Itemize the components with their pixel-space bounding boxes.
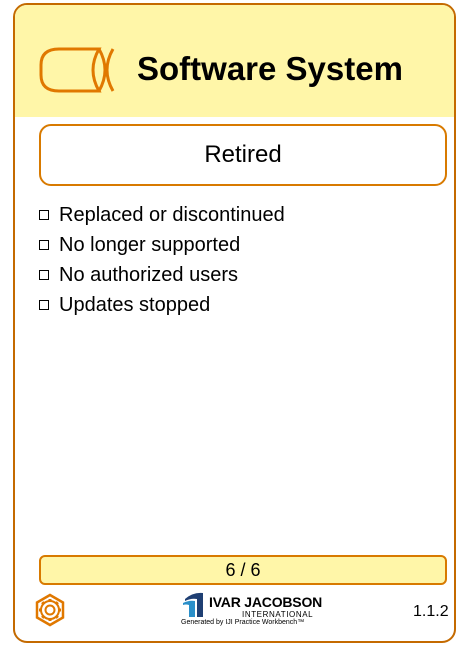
iji-logo: IVAR JACOBSON INTERNATIONAL Generated by…: [175, 591, 335, 627]
checklist-item[interactable]: No longer supported: [39, 230, 285, 260]
checkbox-icon[interactable]: [39, 210, 49, 220]
alpha-state-card: Software System Retired Replaced or disc…: [13, 3, 456, 643]
checkbox-icon[interactable]: [39, 300, 49, 310]
state-progress-label: 6 / 6: [225, 559, 261, 580]
checklist: Replaced or discontinued No longer suppo…: [39, 200, 285, 320]
checkbox-icon[interactable]: [39, 270, 49, 280]
card-header: Software System: [15, 5, 454, 117]
checklist-item-label: No longer supported: [59, 233, 241, 256]
checklist-item[interactable]: Updates stopped: [39, 290, 285, 320]
generated-by-text: Generated by IJI Practice Workbench™: [181, 619, 305, 626]
checklist-item-label: Replaced or discontinued: [59, 203, 285, 226]
checklist-item[interactable]: No authorized users: [39, 260, 285, 290]
checklist-item-label: No authorized users: [59, 263, 238, 286]
state-name: Retired: [204, 141, 282, 168]
iji-logo-icon: [183, 592, 203, 617]
card-title: Software System: [137, 50, 403, 87]
checklist-item-label: Updates stopped: [59, 293, 211, 316]
version-label: 1.1.2: [413, 603, 449, 620]
gear-icon[interactable]: [33, 593, 67, 627]
logo-brand: IVAR JACOBSON: [209, 594, 323, 610]
state-name-box: Retired: [39, 124, 447, 186]
checklist-item[interactable]: Replaced or discontinued: [39, 200, 285, 230]
checkbox-icon[interactable]: [39, 240, 49, 250]
alpha-symbol-icon: [39, 47, 115, 93]
state-progress-bar: 6 / 6: [39, 555, 447, 585]
logo-subtitle: INTERNATIONAL: [242, 610, 314, 619]
